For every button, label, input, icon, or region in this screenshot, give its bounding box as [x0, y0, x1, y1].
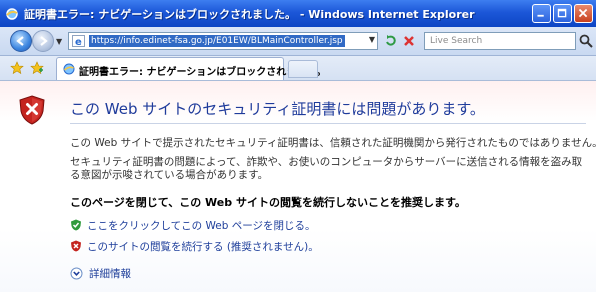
minimize-icon: [537, 14, 544, 17]
red-shield-icon: [71, 240, 81, 252]
window-title: 証明書エラー: ナビゲーションはブロックされました。 - Windows Int…: [24, 7, 475, 21]
address-dropdown-icon[interactable]: ▼: [369, 35, 375, 44]
search-box[interactable]: Live Search: [424, 32, 576, 50]
close-page-link-row[interactable]: ここをクリックしてこの Web ページを閉じる。: [70, 217, 316, 233]
tab-bar: 証明書エラー: ナビゲーションはブロックされました。: [0, 56, 596, 81]
close-icon: [578, 8, 588, 18]
page-content: この Web サイトのセキュリティ証明書には問題があります。 この Web サイ…: [0, 81, 596, 292]
refresh-icon[interactable]: [384, 34, 398, 48]
minimize-button[interactable]: [532, 4, 551, 23]
forward-arrow-icon: [40, 36, 48, 46]
security-shield-icon: [19, 95, 45, 125]
more-info-label[interactable]: 詳細情報: [89, 266, 131, 281]
address-url[interactable]: https://info.edinet-fsa.go.jp/E01EW/BLMa…: [89, 35, 345, 47]
continue-link[interactable]: このサイトの閲覧を続行する (推奨されません)。: [87, 239, 319, 254]
back-button[interactable]: [10, 30, 32, 52]
description-paragraph: この Web サイトで提示されたセキュリティ証明書は、信頼された証明機関から発行…: [70, 137, 596, 149]
search-placeholder[interactable]: Live Search: [430, 36, 482, 46]
new-tab-button[interactable]: [288, 60, 318, 78]
add-favorites-icon[interactable]: [30, 61, 44, 75]
page-heading: この Web サイトのセキュリティ証明書には問題があります。: [70, 100, 485, 118]
more-info-toggle[interactable]: 詳細情報: [70, 266, 131, 281]
browser-window: 証明書エラー: ナビゲーションはブロックされました。 - Windows Int…: [0, 0, 596, 292]
maximize-icon: [557, 8, 567, 18]
internet-explorer-icon: [6, 7, 18, 20]
green-shield-icon: [71, 219, 81, 231]
close-page-link[interactable]: ここをクリックしてこの Web ページを閉じる。: [87, 218, 316, 233]
page-icon: e: [72, 35, 85, 47]
svg-text:e: e: [75, 37, 82, 47]
divider: [70, 123, 586, 124]
tab-certificate-error[interactable]: 証明書エラー: ナビゲーションはブロックされました。: [56, 57, 326, 80]
favorites-star-icon[interactable]: [10, 61, 24, 75]
title-bar[interactable]: 証明書エラー: ナビゲーションはブロックされました。 - Windows Int…: [0, 0, 596, 27]
search-icon[interactable]: [578, 33, 594, 49]
stop-icon[interactable]: [402, 34, 416, 48]
window-controls: [532, 4, 593, 23]
close-window-button[interactable]: [574, 4, 593, 23]
recommendation-text: このページを閉じて、この Web サイトの閲覧を続行しないことを推奨します。: [70, 196, 466, 209]
page-icon: [63, 63, 75, 75]
address-toolbar: ▼ e https://info.edinet-fsa.go.jp/E01EW/…: [0, 27, 596, 56]
maximize-button[interactable]: [553, 4, 572, 23]
expand-chevron-icon: [70, 267, 83, 280]
forward-button[interactable]: [32, 30, 54, 52]
address-bar[interactable]: e https://info.edinet-fsa.go.jp/E01EW/BL…: [68, 32, 378, 50]
continue-link-row[interactable]: このサイトの閲覧を続行する (推奨されません)。: [70, 238, 319, 254]
history-dropdown-icon[interactable]: ▼: [56, 37, 62, 46]
warning-paragraph: セキュリティ証明書の問題によって、詐欺や、お使いのコンピュータからサーバーに送信…: [70, 156, 583, 181]
back-arrow-icon: [16, 36, 24, 46]
